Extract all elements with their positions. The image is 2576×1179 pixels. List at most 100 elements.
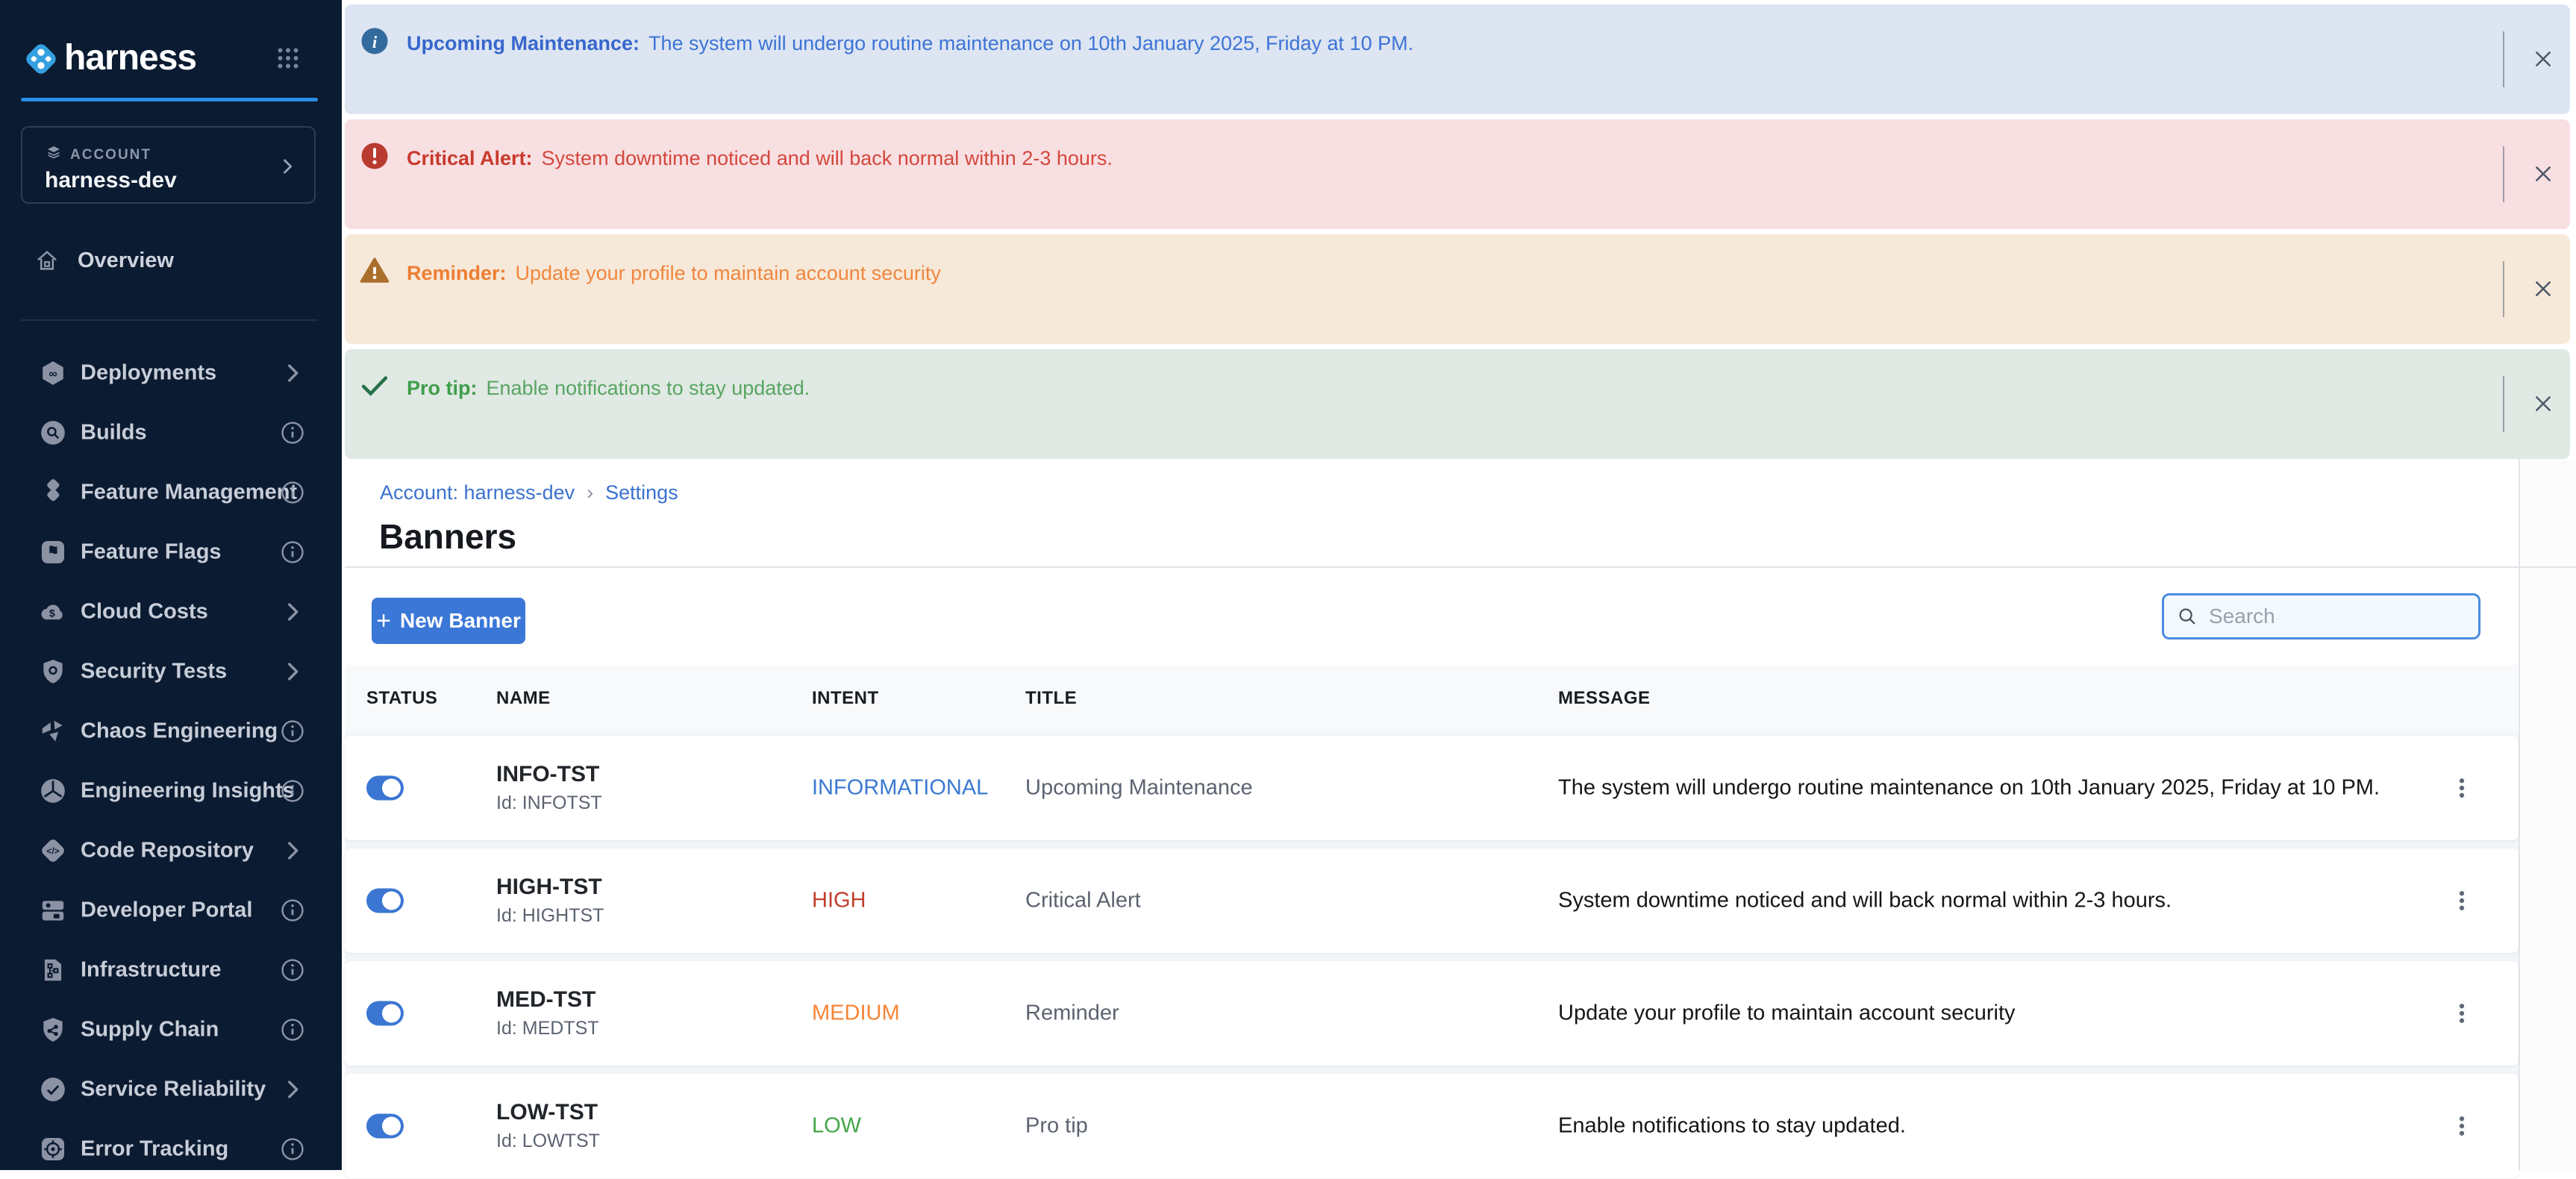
- new-banner-button[interactable]: + New Banner: [372, 598, 525, 644]
- harness-logo-icon: [24, 42, 58, 76]
- info-outline-icon: [280, 420, 305, 445]
- account-label: ACCOUNT: [70, 147, 151, 163]
- supply-chain-icon: [39, 1016, 67, 1044]
- plus-icon: +: [376, 608, 391, 634]
- banner-message: System downtime noticed and will back no…: [542, 147, 1113, 169]
- kebab-icon: [2448, 1113, 2475, 1139]
- sidebar-item[interactable]: Infrastructure: [0, 940, 342, 1000]
- sidebar-item-label: Cloud Costs: [81, 600, 208, 625]
- sidebar-menu: ∞ Deployments Builds Feature Management …: [0, 343, 342, 1179]
- intent-cell: HIGH: [812, 889, 866, 913]
- sidebar-item[interactable]: Builds: [0, 403, 342, 463]
- banner-name: MED-TST: [496, 987, 599, 1013]
- main-content: i Upcoming Maintenance:The system will u…: [342, 0, 2576, 1170]
- notification-banners: i Upcoming Maintenance:The system will u…: [345, 4, 2570, 464]
- message-cell: Enable notifications to stay updated.: [1558, 1114, 1906, 1139]
- sidebar-item[interactable]: Feature Management: [0, 463, 342, 522]
- banner-id: Id: LOWTST: [496, 1130, 600, 1152]
- sidebar-item[interactable]: Feature Flags: [0, 522, 342, 582]
- sidebar-item-label: Code Repository: [81, 839, 254, 863]
- svg-text:∞: ∞: [49, 368, 57, 381]
- toggle-knob: [382, 779, 401, 798]
- sidebar-item[interactable]: $ Cloud Costs: [0, 582, 342, 642]
- sidebar-item-label: Engineering Insights: [81, 779, 295, 804]
- name-cell: MED-TST Id: MEDTST: [496, 987, 599, 1039]
- chevron-right-icon: [280, 360, 305, 386]
- error-tracking-icon: [39, 1135, 67, 1163]
- sidebar-item-label: Builds: [81, 421, 147, 445]
- breadcrumb-account-link[interactable]: Account: harness-dev: [380, 481, 575, 504]
- sidebar-item-overview[interactable]: Overview: [0, 239, 342, 284]
- status-toggle[interactable]: [366, 1114, 404, 1139]
- layers-icon: [45, 144, 63, 162]
- name-cell: LOW-TST Id: LOWTST: [496, 1100, 600, 1152]
- sidebar-item[interactable]: Service Reliability: [0, 1060, 342, 1119]
- sidebar-item[interactable]: </> Code Repository: [0, 821, 342, 881]
- search-input[interactable]: [2209, 604, 2466, 628]
- table-row: HIGH-TST Id: HIGHTST HIGH Critical Alert…: [345, 848, 2519, 953]
- banner-close-button[interactable]: [2522, 38, 2564, 80]
- sidebar-item-label: Error Tracking: [81, 1137, 228, 1162]
- notification-banner: Pro tip:Enable notifications to stay upd…: [345, 349, 2570, 459]
- close-icon: [2531, 47, 2555, 71]
- intent-cell: INFORMATIONAL: [812, 776, 988, 801]
- banner-close-divider: [2503, 261, 2504, 317]
- logo-text: harness: [64, 37, 196, 78]
- table-row: MED-TST Id: MEDTST MEDIUM Reminder Updat…: [345, 961, 2519, 1066]
- home-icon: [34, 248, 60, 273]
- info-outline-icon: [280, 1136, 305, 1162]
- table-header: STATUS NAME INTENT TITLE MESSAGE: [345, 665, 2519, 732]
- toggle-knob: [382, 1117, 401, 1136]
- info-filled-icon: i: [359, 25, 390, 57]
- sidebar-item[interactable]: Engineering Insights: [0, 761, 342, 821]
- chevron-right-icon: [277, 156, 298, 177]
- sidebar-item[interactable]: Error Tracking: [0, 1119, 342, 1179]
- name-cell: HIGH-TST Id: HIGHTST: [496, 875, 604, 927]
- toggle-knob: [382, 1004, 401, 1023]
- row-menu-button[interactable]: [2447, 1104, 2477, 1148]
- feature-flags-icon: [39, 538, 67, 566]
- breadcrumb-settings-link[interactable]: Settings: [605, 481, 678, 504]
- sidebar-item[interactable]: ∞ Deployments: [0, 343, 342, 403]
- sidebar-item-label: Infrastructure: [81, 958, 222, 983]
- service-reliability-icon: [39, 1075, 67, 1104]
- info-outline-icon: [280, 480, 305, 505]
- sidebar-item-label: Service Reliability: [81, 1078, 266, 1102]
- close-icon: [2531, 162, 2555, 186]
- title-cell: Pro tip: [1025, 1114, 1088, 1139]
- right-margin: [2520, 459, 2576, 1170]
- banner-close-button[interactable]: [2522, 153, 2564, 195]
- column-header-intent: INTENT: [812, 688, 879, 709]
- sidebar-item[interactable]: Chaos Engineering: [0, 701, 342, 761]
- status-toggle[interactable]: [366, 889, 404, 913]
- status-toggle[interactable]: [366, 1001, 404, 1026]
- sidebar: harness ACCOUNT harness-dev Overview ∞ D…: [0, 0, 342, 1170]
- banner-name: LOW-TST: [496, 1100, 600, 1125]
- status-toggle[interactable]: [366, 776, 404, 801]
- banner-close-button[interactable]: [2522, 268, 2564, 310]
- banner-name: INFO-TST: [496, 762, 602, 787]
- header-divider: [345, 566, 2576, 568]
- banner-close-divider: [2503, 376, 2504, 432]
- engineering-insights-icon: [39, 777, 67, 805]
- app-grid-icon[interactable]: [275, 45, 301, 72]
- alert-filled-icon: [359, 140, 390, 172]
- banner-id: Id: MEDTST: [496, 1018, 599, 1039]
- row-menu-button[interactable]: [2447, 879, 2477, 922]
- row-menu-button[interactable]: [2447, 992, 2477, 1035]
- logo-underline: [21, 98, 318, 101]
- account-selector[interactable]: ACCOUNT harness-dev: [21, 126, 316, 204]
- sidebar-item[interactable]: Developer Portal: [0, 881, 342, 940]
- row-menu-button[interactable]: [2447, 766, 2477, 810]
- title-cell: Reminder: [1025, 1001, 1119, 1026]
- banner-close-button[interactable]: [2522, 383, 2564, 425]
- info-outline-icon: [280, 540, 305, 565]
- sidebar-item[interactable]: Security Tests: [0, 642, 342, 701]
- banner-message: Update your profile to maintain account …: [516, 262, 941, 284]
- kebab-icon: [2448, 775, 2475, 801]
- close-icon: [2531, 392, 2555, 416]
- svg-text:$: $: [49, 607, 55, 619]
- info-outline-icon: [280, 719, 305, 744]
- sidebar-item[interactable]: Supply Chain: [0, 1000, 342, 1060]
- column-header-title: TITLE: [1025, 688, 1077, 709]
